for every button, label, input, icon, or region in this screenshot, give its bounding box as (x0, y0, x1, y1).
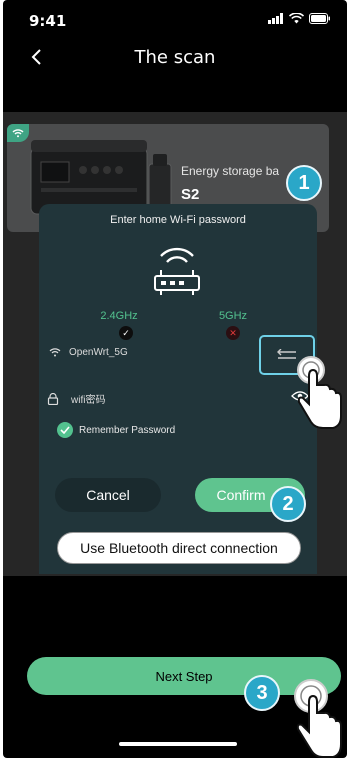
step-badge-3: 3 (244, 675, 280, 711)
ssid-name: OpenWrt_5G (69, 347, 128, 358)
home-indicator (119, 742, 237, 746)
lock-icon (47, 392, 59, 405)
router-icon (154, 247, 200, 295)
page-title: The scan (134, 47, 216, 68)
status-bar: 9:41 (3, 0, 347, 34)
password-placeholder: wifi密码 (71, 395, 106, 406)
status-time: 9:41 (29, 12, 67, 30)
band-5ghz-label: 5GHz (218, 310, 248, 322)
battery-icon (309, 13, 330, 24)
ssid-row: OpenWrt_5G (49, 347, 128, 358)
signal-icon (268, 13, 283, 24)
phone-screen: 9:41 The scan Energy storage ba S2 Enter… (3, 0, 347, 758)
step-badge-2: 2 (270, 486, 306, 522)
hand-pointer-icon (294, 679, 342, 758)
close-icon: ✕ (226, 326, 240, 340)
step-badge-1: 1 (286, 165, 322, 201)
wifi-icon (49, 348, 61, 357)
dialog-title: Enter home Wi-Fi password (110, 214, 246, 226)
device-model: S2 (181, 186, 200, 203)
check-icon: ✓ (119, 326, 133, 340)
nav-bar: The scan (3, 40, 347, 74)
wifi-password-dialog: Enter home Wi-Fi password 2.4GHz 5GHz ✓ … (39, 204, 317, 574)
wifi-icon (12, 129, 24, 138)
hand-pointer-icon (297, 356, 342, 429)
remember-password-label: Remember Password (79, 424, 176, 436)
check-icon (57, 422, 73, 438)
bluetooth-connection-button[interactable]: Use Bluetooth direct connection (57, 532, 301, 564)
remember-password-toggle[interactable]: Remember Password (57, 422, 175, 438)
status-icons (268, 13, 331, 24)
wifi-icon (289, 13, 304, 24)
password-field[interactable]: wifi密码 (47, 391, 105, 406)
device-name-label: Energy storage ba (181, 164, 280, 178)
cancel-button[interactable]: Cancel (55, 478, 161, 512)
band-24ghz-label: 2.4GHz (100, 310, 138, 322)
